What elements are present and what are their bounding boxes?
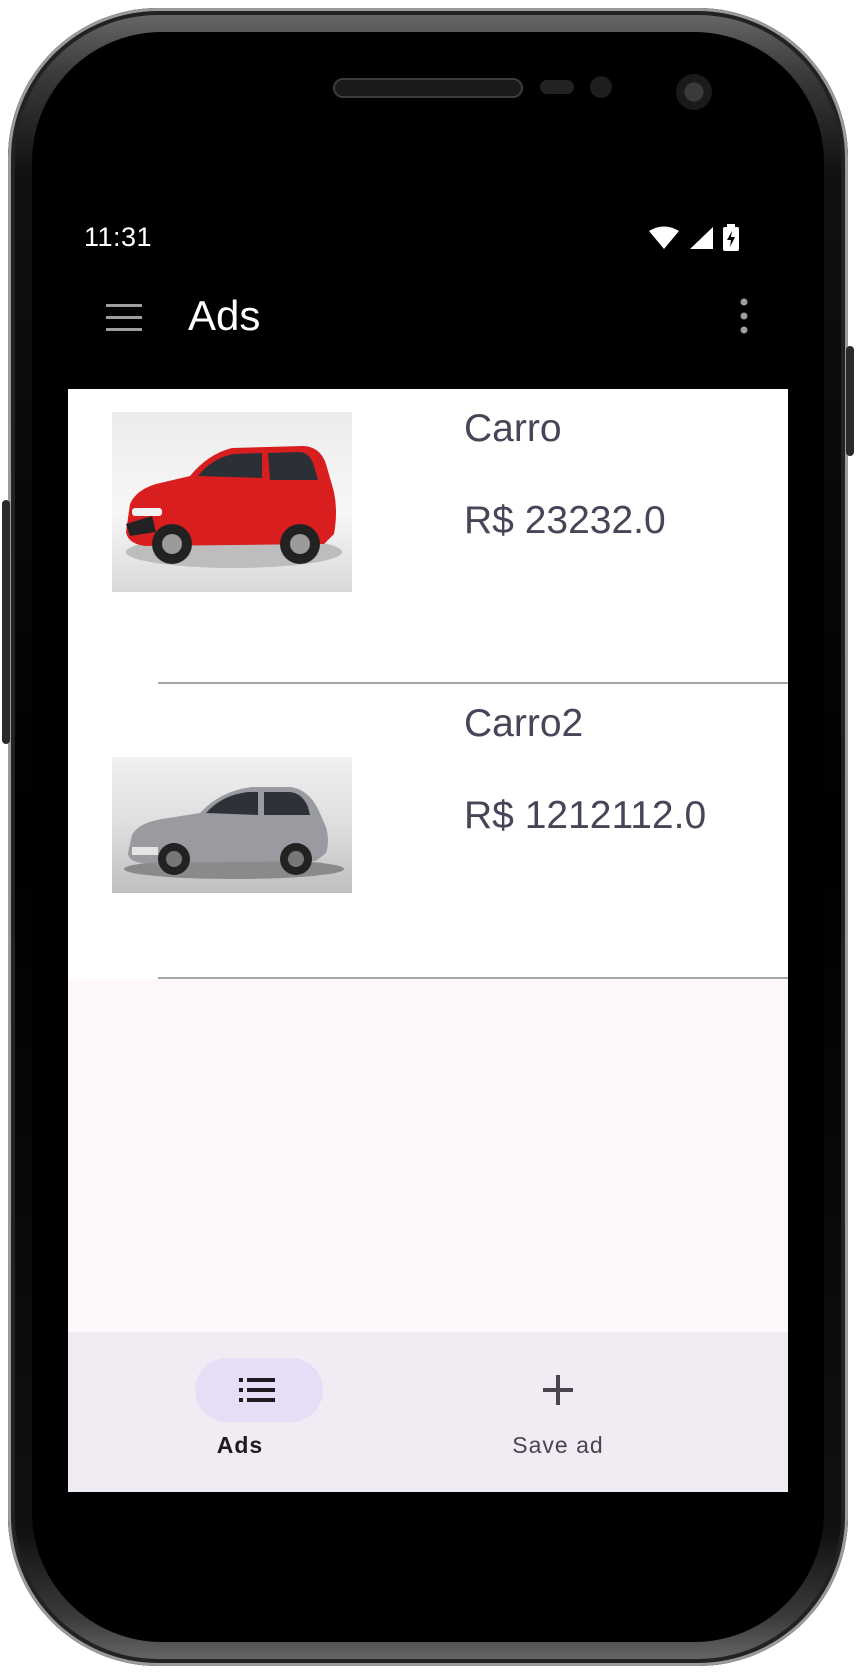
list-item[interactable]: Carro2 R$ 1212112.0: [68, 684, 788, 979]
red-hatchback-car: [126, 446, 342, 568]
hamburger-menu-icon[interactable]: [104, 298, 144, 338]
status-bar: 11:31: [68, 212, 788, 262]
divider: [158, 977, 788, 979]
list-icon: [239, 1378, 275, 1402]
ad-price: R$ 23232.0: [464, 499, 666, 542]
page-title: Ads: [188, 292, 261, 339]
list-item[interactable]: Carro R$ 23232.0: [68, 389, 788, 684]
battery-charging-icon: [723, 224, 739, 251]
volume-button: [2, 500, 10, 744]
ad-name: Carro2: [464, 702, 584, 745]
light-sensor: [590, 76, 612, 98]
status-icons: [648, 224, 740, 252]
top-app-bar: Ads: [68, 262, 788, 389]
power-button: [846, 346, 854, 456]
nav-label: Ads: [216, 1432, 264, 1458]
status-time: 11:31: [84, 222, 153, 252]
wifi-icon: [649, 226, 679, 249]
ad-price: R$ 1212112.0: [464, 794, 707, 837]
signal-icon: [690, 227, 713, 249]
device-screen: 11:31 Ads Carro R$ 23232.0 Carro2 R$ 121…: [68, 212, 788, 1492]
front-camera: [676, 74, 712, 110]
nav-item-ads[interactable]: Ads: [68, 1332, 428, 1492]
nav-item-save-ad[interactable]: Save ad: [428, 1332, 788, 1492]
add-icon: [543, 1375, 573, 1405]
more-vert-icon[interactable]: [724, 292, 764, 340]
bottom-navigation: Ads Save ad: [68, 1332, 788, 1492]
silver-hatchback-car: [124, 787, 344, 879]
earpiece-speaker: [333, 78, 523, 98]
ad-name: Carro: [464, 407, 562, 450]
car-image-red: [112, 412, 352, 592]
ads-list: Carro R$ 23232.0 Carro2 R$ 1212112.0: [68, 389, 788, 979]
proximity-sensor: [540, 80, 574, 94]
car-image-silver: [112, 757, 352, 893]
nav-label: Save ad: [512, 1432, 604, 1458]
